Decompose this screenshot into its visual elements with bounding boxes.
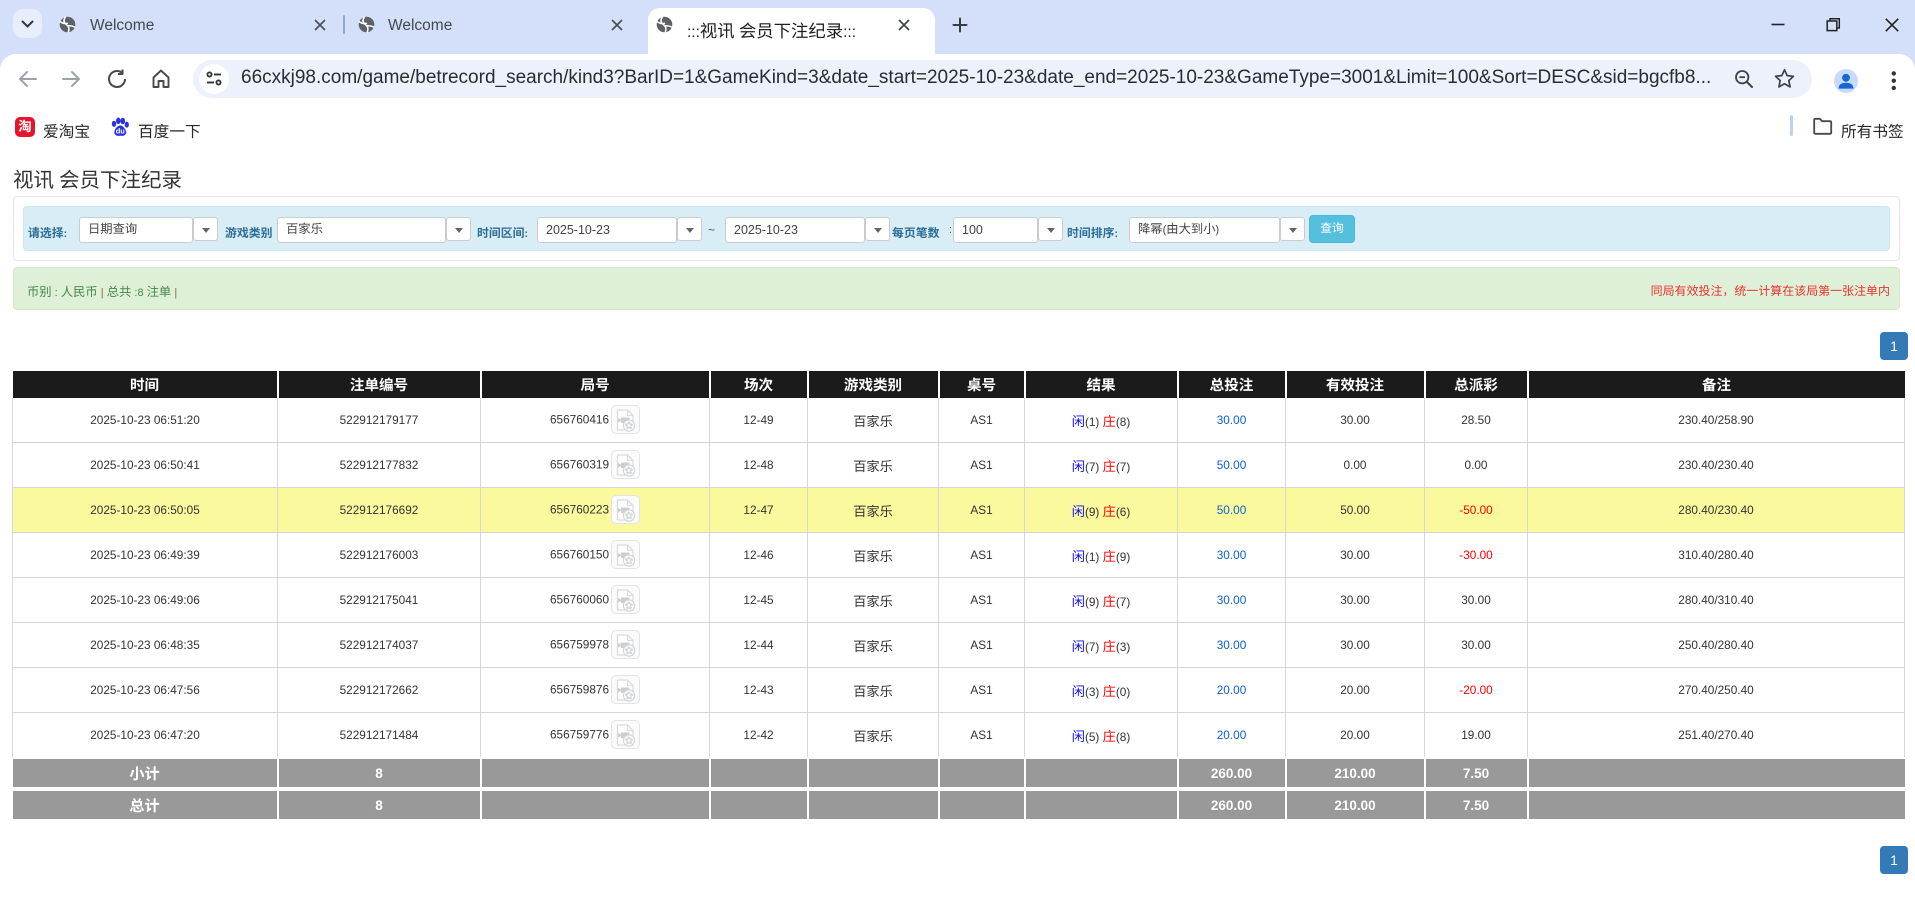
svg-text:du: du [116,127,126,136]
